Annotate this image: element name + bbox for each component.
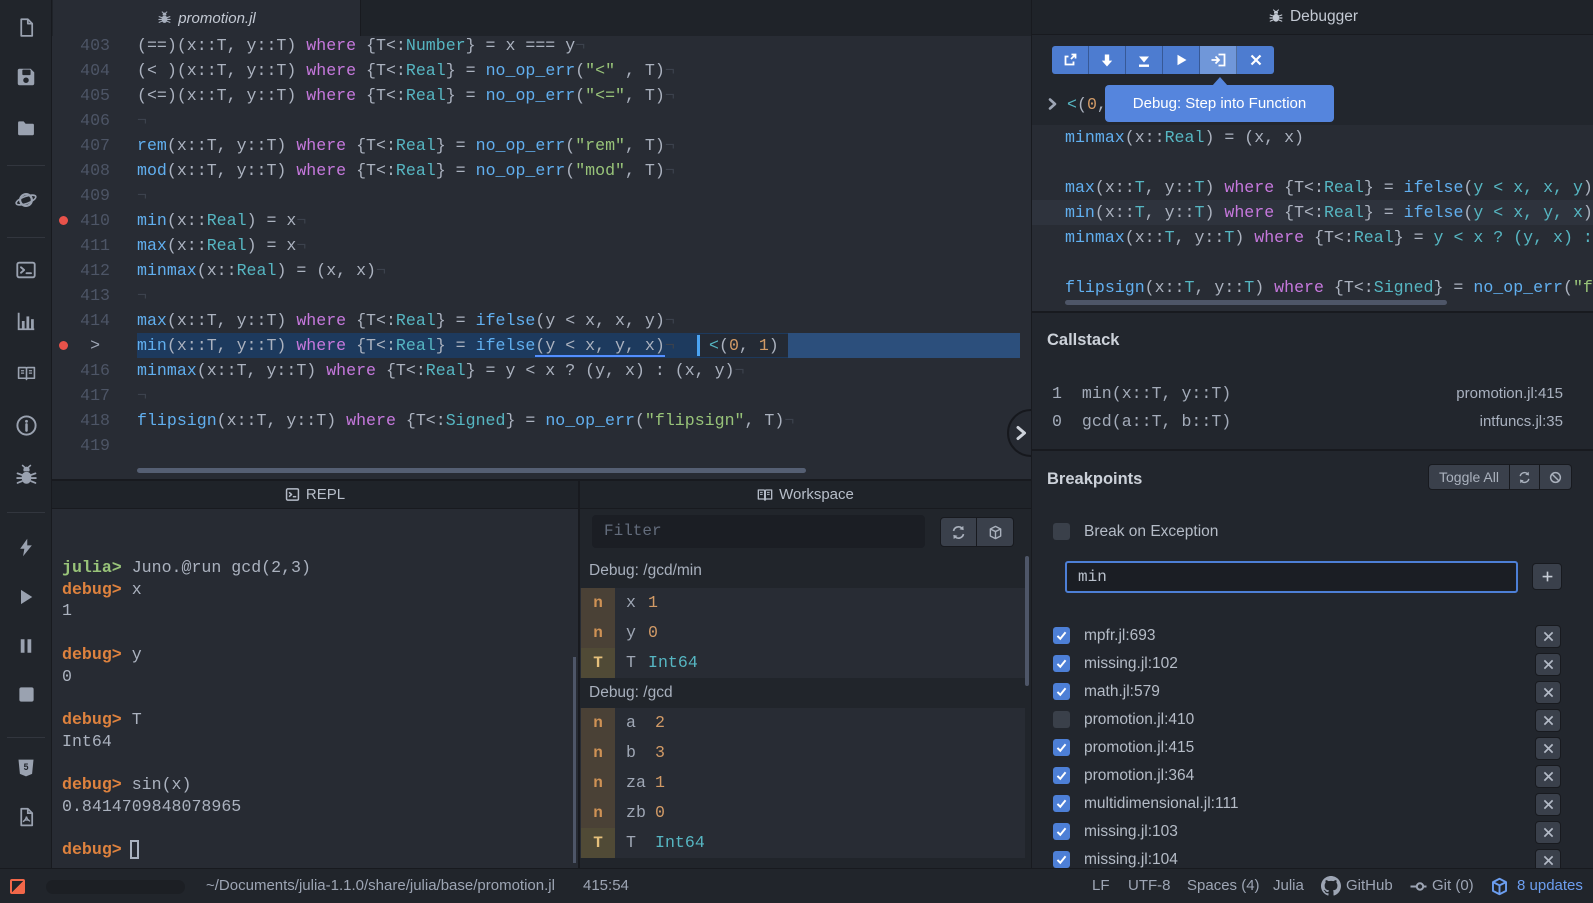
svg-text:5: 5 <box>24 762 29 772</box>
